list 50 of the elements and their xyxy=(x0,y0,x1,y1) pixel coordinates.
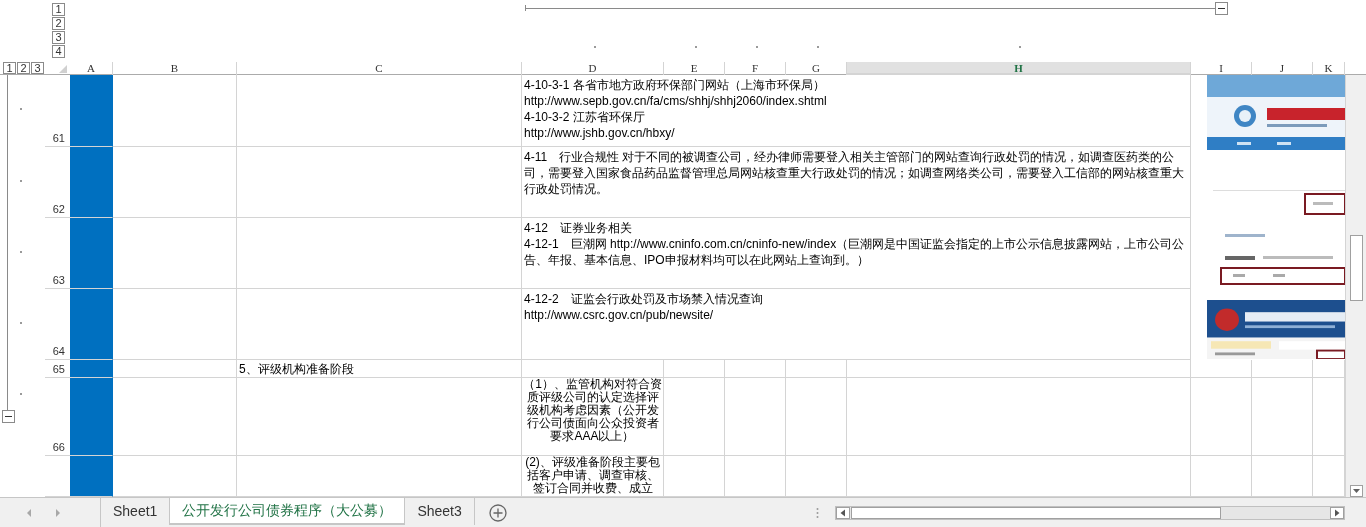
collapse-icon[interactable] xyxy=(1215,2,1228,15)
add-sheet-icon[interactable] xyxy=(489,504,507,522)
spreadsheet-cell[interactable] xyxy=(70,289,113,360)
cell-text: 4-10-3-2 江苏省环保厅 xyxy=(524,109,645,125)
column-header[interactable]: F xyxy=(725,62,786,75)
scroll-left-icon[interactable] xyxy=(836,507,850,519)
cell-text: http://www.sepb.gov.cn/fa/cms/shhj/shhj2060/index.shtml xyxy=(524,93,827,109)
sheet-tab[interactable]: Sheet3 xyxy=(405,498,475,525)
spreadsheet-cell[interactable] xyxy=(70,75,113,147)
spreadsheet-cell[interactable]: 4-12 证券业务相关 4-12-1 巨潮网 http://www.cninfo.com.cn/cninfo-new/index（巨潮网是中国证监会指定的上市公示信息披露网站，上市公司公告、年报、基本信息、IPO申报材料均可以在此网站上查询到。） xyxy=(522,218,1191,289)
spreadsheet-cell[interactable] xyxy=(70,378,113,456)
collapse-icon[interactable] xyxy=(2,410,15,423)
column-header[interactable]: H xyxy=(847,62,1191,75)
spreadsheet-cell[interactable] xyxy=(70,218,113,289)
cell-text: 4-11 行业合规性 对于不同的被调查公司，经办律师需要登入相关主管部门的网站查询行政处罚的情况，如调查医药类的公司，需要登入国家食品药品监督管理总局网站核查重大行政处罚的情况；如调查网络类公司，需要登入工信部的网站核查重大行政处罚情况。 xyxy=(524,149,1185,197)
spreadsheet-cell[interactable] xyxy=(70,456,113,497)
cell-text: 4-10-3-1 各省市地方政府环保部门网站（上海市环保局） xyxy=(524,77,825,93)
outline-level-button[interactable]: 1 xyxy=(52,3,65,16)
cell-text: 4-12-2 证监会行政处罚及市场禁入情况查询 xyxy=(524,291,763,307)
sheet-tab[interactable]: 公开发行公司债券程序（大公募） xyxy=(170,498,406,525)
spreadsheet-cell[interactable]: （1）、监管机构对符合资质评级公司的认定选择评级机构考虑因素（公开发行公司债面向公众投资者要求AAA以上） xyxy=(522,378,664,456)
cell-text: 4-12 证券业务相关 xyxy=(524,220,633,236)
vertical-scrollbar[interactable] xyxy=(1345,75,1366,497)
outline-level-button[interactable]: 2 xyxy=(52,17,65,30)
column-header[interactable]: E xyxy=(664,62,725,75)
spreadsheet-cell[interactable]: 4-12-2 证监会行政处罚及市场禁入情况查询 http://www.csrc.gov.cn/pub/newsite/ xyxy=(522,289,1191,360)
spreadsheet-cell[interactable]: 4-10-3-1 各省市地方政府环保部门网站（上海市环保局） http://www.sepb.gov.cn/fa/cms/shhj/shhj2060/index.shtml 4-10-3-2 江苏省环保厅 http://www.jshb.gov.cn/hbxy/ xyxy=(522,75,1191,147)
spreadsheet-cell[interactable] xyxy=(70,147,113,218)
scroll-thumb[interactable] xyxy=(851,507,1221,519)
outline-level-button[interactable]: 2 xyxy=(17,62,30,74)
splitter-icon[interactable] xyxy=(816,507,819,519)
scroll-thumb[interactable] xyxy=(1350,235,1363,301)
cell-text: http://www.csrc.gov.cn/pub/newsite/ xyxy=(524,307,714,323)
column-header[interactable]: B xyxy=(113,62,237,75)
scroll-down-icon[interactable] xyxy=(1350,485,1363,497)
cell-text: 4-12-1 巨潮网 http://www.cninfo.com.cn/cninfo-new/index（巨潮网是中国证监会指定的上市公示信息披露网站，上市公司公告、年报、基本信息、IPO申报材料均可以在此网站上查询到。） xyxy=(524,236,1186,268)
cell-text: 5、评级机构准备阶段 xyxy=(239,362,354,377)
spreadsheet-cell[interactable]: 5、评级机构准备阶段 xyxy=(237,360,522,378)
column-header[interactable]: C xyxy=(237,62,522,75)
spreadsheet-cell[interactable]: 4-11 行业合规性 对于不同的被调查公司，经办律师需要登入相关主管部门的网站查询行政处罚的情况，如调查医药类的公司，需要登入国家食品药品监督管理总局网站核查重大行政处罚的情况；如调查网络类公司，需要登入工信部的网站核查重大行政处罚情况。 xyxy=(522,147,1191,218)
outline-level-button[interactable]: 3 xyxy=(31,62,44,74)
outline-level-button[interactable]: 3 xyxy=(52,31,65,44)
cell-text: http://www.jshb.gov.cn/hbxy/ xyxy=(524,125,675,141)
outline-level-button[interactable]: 4 xyxy=(52,45,65,58)
cell-text: （1）、监管机构对符合资质评级公司的认定选择评级机构考虑因素（公开发行公司债面向公众投资者要求AAA以上） xyxy=(523,378,662,443)
horizontal-scrollbar[interactable] xyxy=(835,506,1345,520)
spreadsheet-cell[interactable] xyxy=(70,360,113,378)
scroll-right-icon[interactable] xyxy=(1330,507,1344,519)
outline-level-button[interactable]: 1 xyxy=(3,62,16,74)
column-header[interactable]: D xyxy=(522,62,664,75)
